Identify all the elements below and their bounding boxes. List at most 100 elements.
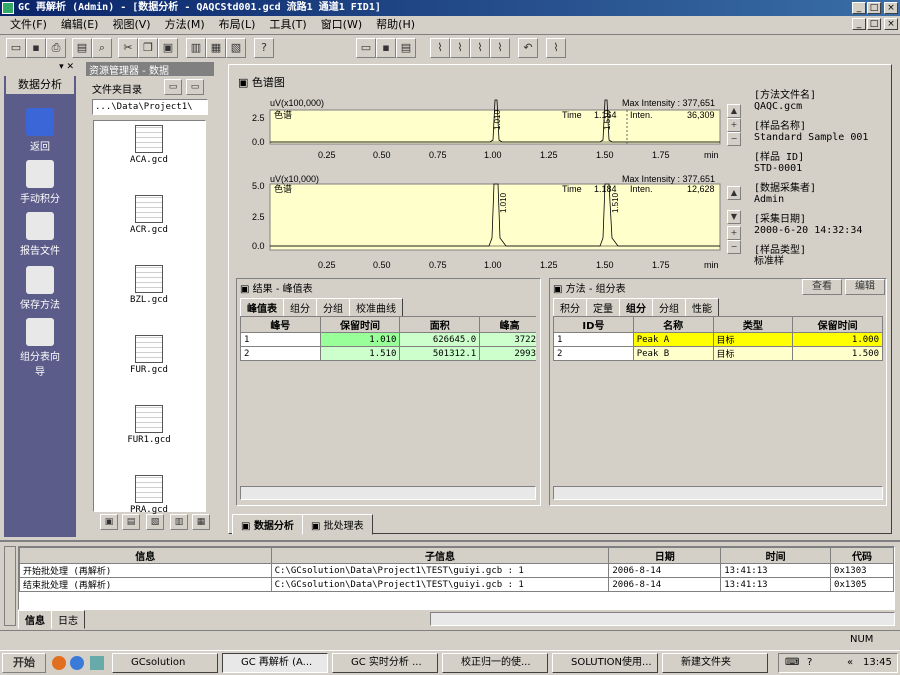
expand-tray-icon[interactable]: « — [847, 657, 853, 668]
log-col-subinfo[interactable]: 子信息 — [270, 547, 610, 564]
col-height[interactable]: 峰高 — [479, 316, 536, 333]
nav-save-method[interactable]: 保存方法 — [4, 266, 76, 311]
zoom-in-icon[interactable]: + — [727, 118, 741, 132]
calibration-icon[interactable]: ⌇ — [546, 38, 566, 58]
desktop-icon[interactable] — [90, 656, 104, 670]
save-icon[interactable]: ▪ — [26, 38, 46, 58]
col-peak-no[interactable]: 峰号 — [240, 316, 321, 333]
tab-method-group[interactable]: 分组 — [652, 298, 686, 317]
nav-back[interactable]: 返回 — [4, 108, 76, 153]
tab-batch-table[interactable]: ▣ 批处理表 — [301, 514, 373, 535]
chrom-view-icon[interactable]: ⌇ — [430, 38, 450, 58]
task-doc2[interactable]: SOLUTION使用... — [552, 653, 658, 673]
keyboard-icon[interactable]: ⌨ — [785, 657, 799, 668]
col-ret-time[interactable]: 保留时间 — [319, 316, 401, 333]
explorer-tab-batch-icon[interactable]: ▥ — [170, 514, 188, 530]
log-row[interactable]: 开始批处理 (再解析) C:\GCsolution\Data\Project1\T… — [19, 563, 894, 578]
log-col-code[interactable]: 代码 — [830, 547, 894, 564]
tab-calib-curve[interactable]: 校准曲线 — [349, 298, 403, 317]
report-icon[interactable]: ▤ — [396, 38, 416, 58]
tab-compound-table[interactable]: 组分 — [619, 298, 653, 317]
menu-method[interactable]: 方法(M) — [165, 16, 205, 32]
nav-report[interactable]: 报告文件 — [4, 212, 76, 257]
close-button[interactable]: × — [884, 2, 898, 14]
method-hscroll[interactable] — [553, 486, 883, 500]
copy-icon[interactable]: ❐ — [138, 38, 158, 58]
ie-icon[interactable] — [70, 656, 84, 670]
task-gc-realtime[interactable]: GC 实时分析 ... — [332, 653, 438, 673]
quicklaunch-icon[interactable] — [52, 656, 66, 670]
layout2-icon[interactable]: ▦ — [206, 38, 226, 58]
zoom-icon[interactable]: ⌕ — [92, 38, 112, 58]
explorer-tab-report-icon[interactable]: ▧ — [146, 514, 164, 530]
start-button[interactable]: 开始 — [2, 653, 46, 673]
chrom-view4-icon[interactable]: ⌇ — [490, 38, 510, 58]
chrom-view2-icon[interactable]: ⌇ — [450, 38, 470, 58]
tab-performance[interactable]: 性能 — [685, 298, 719, 317]
tab-quant[interactable]: 定量 — [586, 298, 620, 317]
tab-group[interactable]: 分组 — [316, 298, 350, 317]
tab-log[interactable]: 日志 — [51, 610, 85, 629]
menu-window[interactable]: 窗口(W) — [321, 16, 362, 32]
zoom-out-icon[interactable]: − — [727, 240, 741, 254]
scroll-up-icon[interactable]: ▲ — [727, 186, 741, 200]
scroll-up-icon[interactable]: ▲ — [727, 104, 741, 118]
menu-view[interactable]: 视图(V) — [112, 16, 150, 32]
results-hscroll[interactable] — [240, 486, 536, 500]
col-ret-time[interactable]: 保留时间 — [792, 316, 883, 333]
folder-up-icon[interactable]: ▭ — [164, 79, 182, 95]
paste-icon[interactable]: ▣ — [158, 38, 178, 58]
file-item[interactable]: ACR.gcd — [94, 195, 204, 235]
child-minimize-button[interactable]: _ — [852, 18, 866, 30]
table-row[interactable]: 1 1.010 626645.0 3722 — [240, 332, 536, 347]
minimize-button[interactable]: _ — [852, 2, 866, 14]
layout3-icon[interactable]: ▧ — [226, 38, 246, 58]
tab-data-analysis[interactable]: ▣ 数据分析 — [232, 514, 303, 535]
file-item[interactable]: FUR.gcd — [94, 335, 204, 375]
table-row[interactable]: 2 1.510 501312.1 2993 — [240, 346, 536, 361]
task-doc1[interactable]: 校正归一的使... — [442, 653, 548, 673]
file-item[interactable]: ACA.gcd — [94, 125, 204, 165]
view-button[interactable]: 查看 — [802, 279, 842, 295]
layout1-icon[interactable]: ▥ — [186, 38, 206, 58]
child-close-button[interactable]: × — [884, 18, 898, 30]
log-hscroll[interactable] — [430, 612, 895, 626]
edit-button[interactable]: 编辑 — [845, 279, 885, 295]
zoom-in-icon[interactable]: + — [727, 226, 741, 240]
col-name[interactable]: 名称 — [632, 316, 714, 333]
folder-open-icon[interactable]: ▭ — [186, 79, 204, 95]
child-restore-button[interactable]: □ — [867, 18, 881, 30]
task-folder[interactable]: 新建文件夹 — [662, 653, 768, 673]
col-id[interactable]: ID号 — [553, 316, 634, 333]
cut-icon[interactable]: ✂ — [118, 38, 138, 58]
task-gcsolution[interactable]: GCsolution — [112, 653, 218, 673]
tab-info[interactable]: 信息 — [18, 610, 52, 629]
tab-peak-table[interactable]: 峰值表 — [240, 298, 284, 317]
explorer-tab-data-icon[interactable]: ▣ — [100, 514, 118, 530]
help-icon[interactable]: ? — [254, 38, 274, 58]
log-col-time[interactable]: 时间 — [720, 547, 832, 564]
open-data-icon[interactable]: ▭ — [356, 38, 376, 58]
maximize-button[interactable]: □ — [867, 2, 881, 14]
menu-file[interactable]: 文件(F) — [10, 16, 47, 32]
undo-icon[interactable]: ↶ — [518, 38, 538, 58]
scroll-down-icon[interactable]: ▼ — [727, 210, 741, 224]
zoom-out-icon[interactable]: − — [727, 132, 741, 146]
print-icon[interactable]: ⎙ — [46, 38, 66, 58]
tab-compound[interactable]: 组分 — [283, 298, 317, 317]
explorer-tab-other-icon[interactable]: ▦ — [192, 514, 210, 530]
explorer-tab-method-icon[interactable]: ▤ — [122, 514, 140, 530]
tab-integration[interactable]: 积分 — [553, 298, 587, 317]
file-item[interactable]: PRA.gcd — [94, 475, 204, 515]
path-dropdown[interactable]: ...\Data\Project1\ — [92, 99, 208, 115]
task-gc-reanalysis[interactable]: GC 再解析 (A... — [222, 653, 328, 673]
file-item[interactable]: BZL.gcd — [94, 265, 204, 305]
col-area[interactable]: 面积 — [399, 316, 481, 333]
log-col-info[interactable]: 信息 — [19, 547, 272, 564]
help-tray-icon[interactable]: ? — [807, 657, 812, 668]
menu-help[interactable]: 帮助(H) — [376, 16, 415, 32]
col-type[interactable]: 类型 — [712, 316, 794, 333]
menu-tools[interactable]: 工具(T) — [269, 16, 306, 32]
table-row[interactable]: 2 Peak B 目标 1.500 — [553, 346, 883, 361]
preview-icon[interactable]: ▤ — [72, 38, 92, 58]
